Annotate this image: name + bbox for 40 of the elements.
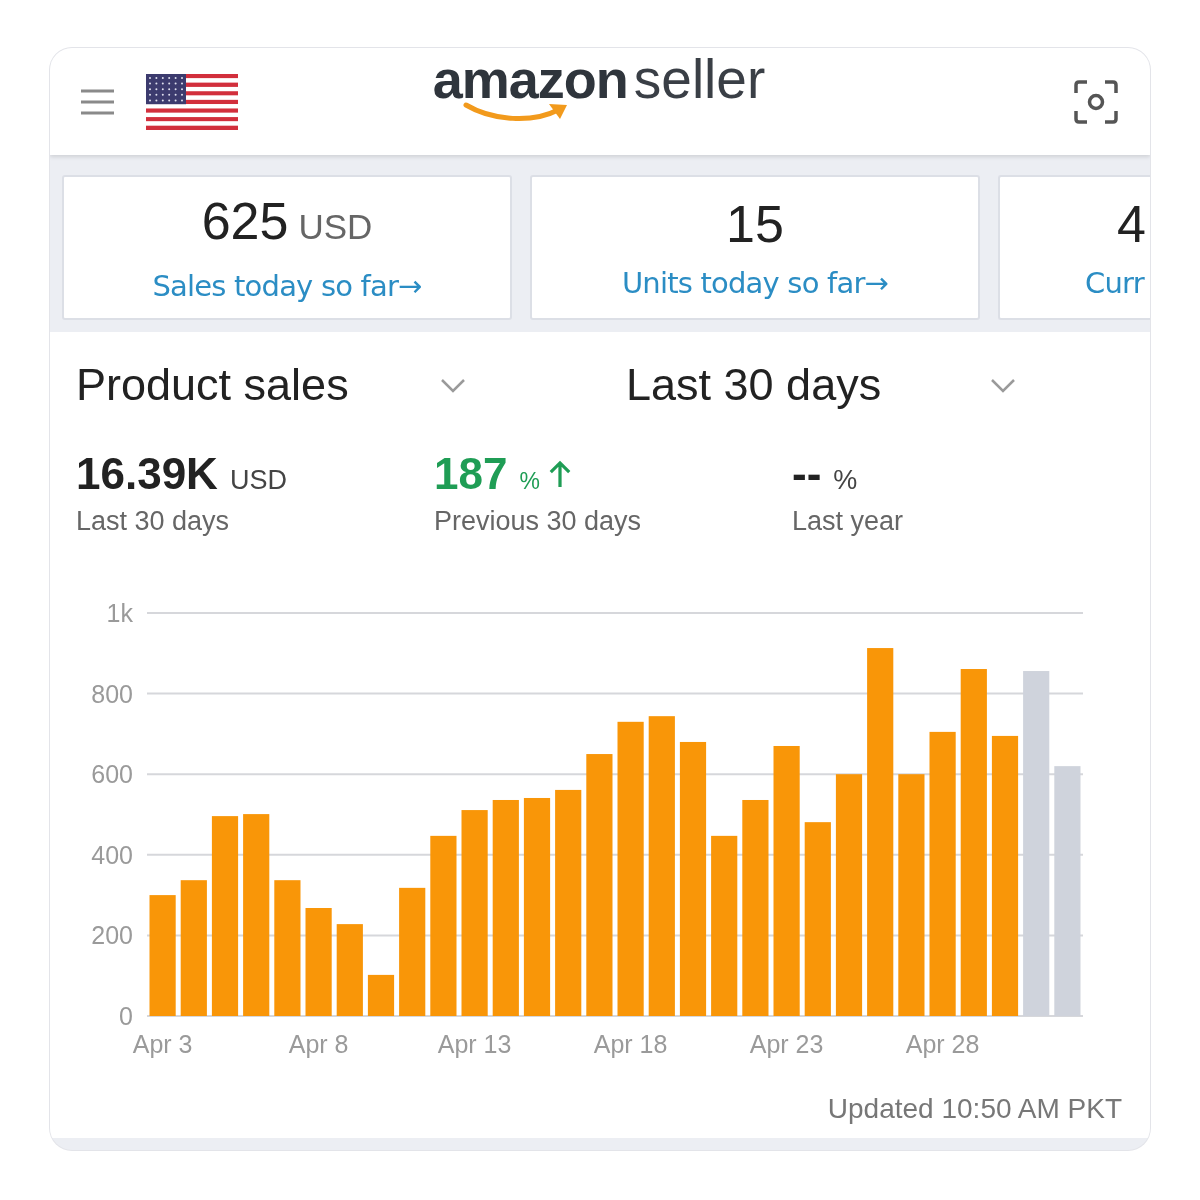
stat-value: 187 xyxy=(434,450,508,498)
menu-icon[interactable] xyxy=(80,88,115,115)
card-link[interactable]: Sales today so far→ xyxy=(152,266,422,305)
card-link[interactable]: Curr xyxy=(1085,263,1144,302)
card-link[interactable]: Units today so far→ xyxy=(621,263,889,302)
stat-value: -- xyxy=(792,450,822,498)
x-axis-label: Apr 3 xyxy=(132,1030,193,1058)
dropdown[interactable]: Product sales xyxy=(76,360,466,410)
card-value: 15 xyxy=(726,193,784,254)
updated-timestamp: Updated 10:50 AM PKT xyxy=(827,1092,1122,1126)
card-value: 4 xyxy=(1117,193,1146,254)
x-axis-label: Apr 18 xyxy=(593,1030,668,1058)
smile-arrow-icon xyxy=(462,101,569,123)
dropdown[interactable]: Last 30 days xyxy=(626,360,1016,410)
stat-caption: Previous 30 days xyxy=(434,506,642,536)
x-axis-label: Apr 8 xyxy=(288,1030,349,1058)
y-axis-label: 400 xyxy=(91,840,133,869)
y-axis-label: 200 xyxy=(91,921,133,950)
arrow-up-icon xyxy=(547,460,572,488)
card-value: 625 xyxy=(201,190,289,251)
stat-unit: USD xyxy=(229,464,287,497)
x-axis-label: Apr 13 xyxy=(437,1030,512,1058)
stat-value: 16.39K xyxy=(76,450,218,498)
stat-caption: Last year xyxy=(792,506,904,536)
stat-unit: % xyxy=(833,464,858,497)
x-axis-label: Apr 28 xyxy=(905,1030,980,1058)
y-axis-label: 800 xyxy=(91,679,133,708)
chevron-down-icon xyxy=(440,377,466,393)
card-unit: USD xyxy=(298,205,373,248)
logo-product-name: seller xyxy=(633,52,766,107)
chevron-down-icon xyxy=(990,377,1016,393)
flag-icon[interactable] xyxy=(146,73,238,130)
stat-caption: Last 30 days xyxy=(76,506,230,536)
logo-wordmark: amazon xyxy=(432,52,628,106)
y-axis-label: 0 xyxy=(119,1002,133,1030)
scan-icon[interactable] xyxy=(1074,79,1118,124)
y-axis-label: 1k xyxy=(106,599,133,627)
stat-unit: % xyxy=(519,467,540,496)
x-axis-label: Apr 23 xyxy=(749,1030,824,1058)
y-axis-label: 600 xyxy=(91,760,133,789)
